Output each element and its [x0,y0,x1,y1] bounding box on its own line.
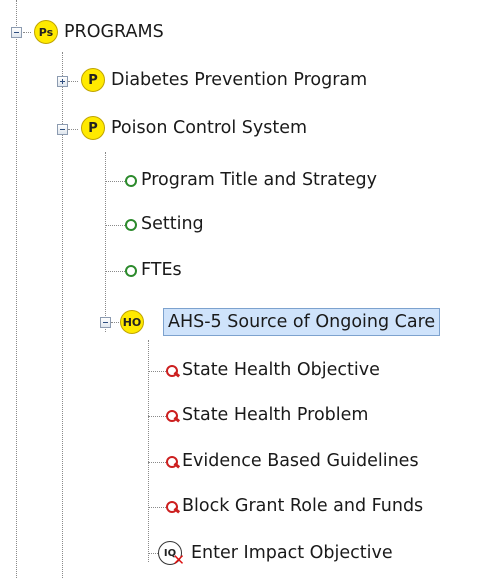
tree-node-diabetes-prevention-program[interactable]: Diabetes Prevention Program [107,67,371,95]
tree-node-program-title-and-strategy[interactable]: Program Title and Strategy [137,167,381,195]
program-set-icon: Ps [34,20,58,44]
tree-node-setting[interactable]: Setting [137,211,208,239]
tree-node-programs[interactable]: PROGRAMS [60,19,168,47]
tree-connector [148,462,166,463]
green-circle-icon [125,219,137,231]
tree-connector [148,416,166,417]
tree-connector [111,322,119,323]
collapse-toggle-ahs-5[interactable] [100,317,111,328]
tree-node-state-health-problem[interactable]: State Health Problem [178,402,372,430]
tree-connector [16,0,17,578]
red-error-circle-icon [166,365,178,377]
tree-connector [148,340,149,562]
program-icon: P [81,68,105,92]
tree-node-evidence-based-guidelines[interactable]: Evidence Based Guidelines [178,448,423,476]
tree-connector [105,181,125,182]
program-set-icon-text: Ps [38,25,54,39]
tree-node-ahs-5-source-of-ongoing-care[interactable]: AHS-5 Source of Ongoing Care [163,308,441,336]
tree-node-enter-impact-objective[interactable]: Enter Impact Objective [187,540,397,568]
collapse-toggle-poison-control[interactable] [57,124,68,135]
tree-connector [148,553,158,554]
tree-node-state-health-objective[interactable]: State Health Objective [178,357,384,385]
program-icon-text: P [88,120,98,136]
tree-connector [23,32,31,33]
green-circle-icon [125,175,137,187]
collapse-toggle-programs[interactable] [11,27,22,38]
health-objective-icon: HO [120,310,144,334]
tree-connector [105,271,125,272]
tree-connector [68,81,78,82]
impact-objective-icon: IQ ✕ [158,541,185,569]
tree-node-block-grant-role-and-funds[interactable]: Block Grant Role and Funds [178,493,427,521]
health-objective-icon-text: HO [122,315,142,329]
green-circle-icon [125,265,137,277]
tree-node-poison-control-system[interactable]: Poison Control System [107,115,311,143]
tree-connector [105,225,125,226]
expand-toggle-diabetes-prevention[interactable] [57,76,68,87]
program-tree: Ps PROGRAMS P Diabetes Prevention Progra… [0,0,503,578]
red-x-icon: ✕ [172,551,185,569]
tree-connector [148,371,166,372]
program-icon: P [81,116,105,140]
tree-connector [68,129,78,130]
tree-connector [148,507,166,508]
program-icon-text: P [88,72,98,88]
red-error-circle-icon [166,501,178,513]
tree-connector [105,152,106,332]
tree-node-ftes[interactable]: FTEs [137,257,186,285]
red-error-circle-icon [166,456,178,468]
red-error-circle-icon [166,410,178,422]
